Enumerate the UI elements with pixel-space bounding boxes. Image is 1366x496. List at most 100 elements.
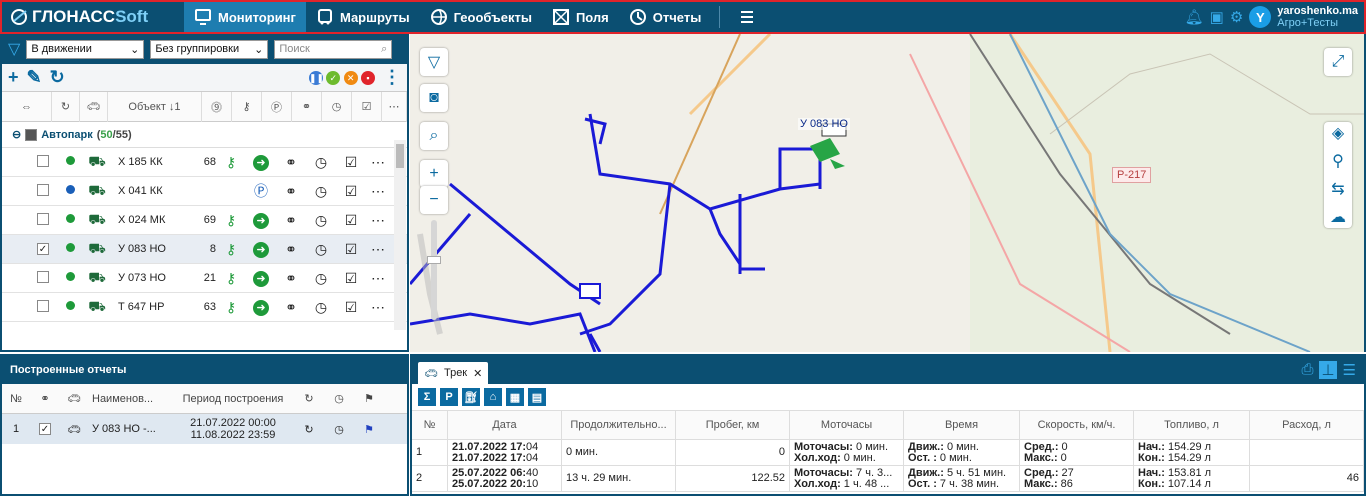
add-icon[interactable]: +	[8, 67, 19, 88]
bell-icon[interactable]: 🔔︎	[1185, 8, 1204, 26]
vehicle-map-label[interactable]: У 083 НО	[798, 118, 850, 130]
pin-icon[interactable]: ⊥	[1319, 361, 1337, 379]
gear-icon[interactable]: ⚙︎	[1230, 8, 1243, 26]
key-icon[interactable]: ⚷	[216, 212, 246, 229]
arrow-right-icon[interactable]: ➜	[246, 153, 276, 171]
cross-icon[interactable]: ✕	[343, 71, 358, 85]
filter-icon[interactable]: ▽	[8, 39, 20, 59]
more-icon[interactable]: ⋯	[366, 212, 390, 229]
history-icon[interactable]: ◷	[306, 299, 336, 316]
pin-icon[interactable]: ⚑	[354, 392, 384, 405]
group-checkbox[interactable]	[25, 128, 38, 141]
map-search-button[interactable]: ⌕	[420, 122, 448, 150]
track-col-1[interactable]: Дата	[448, 410, 562, 440]
vehicle-row[interactable]: ✓ ⛟ У 083 НО 8 ⚷ ➜ ⚭ ◷ ☑ ⋯	[2, 235, 407, 264]
track-col-4[interactable]: Моточасы	[790, 410, 904, 440]
track-col-6[interactable]: Скорость, км/ч.	[1020, 410, 1134, 440]
more-icon[interactable]: ⋯	[366, 154, 390, 171]
vehicle-row[interactable]: ⛟ Х 041 КК Ⓟ ⚭ ◷ ☑ ⋯	[2, 177, 407, 206]
fullscreen-button[interactable]: ⤢	[1324, 48, 1352, 76]
binoculars-icon[interactable]: ⚭	[276, 241, 306, 258]
checklist-icon[interactable]: ☑	[336, 212, 366, 229]
vehicle-checkbox[interactable]	[37, 183, 49, 196]
speed-col-icon[interactable]: ⓽	[202, 91, 232, 122]
arrow-right-icon[interactable]: ➜	[246, 211, 276, 229]
binoculars-icon[interactable]: ⚭	[276, 212, 306, 229]
more-icon[interactable]: ⋯	[366, 270, 390, 287]
print-icon[interactable]: ⎙	[1301, 361, 1313, 379]
history-icon[interactable]: ◷	[306, 212, 336, 229]
nav-fields[interactable]: Поля	[542, 2, 619, 32]
check-icon[interactable]: ✓	[326, 71, 341, 85]
car-col-icon[interactable]: 🚗︎	[80, 91, 108, 122]
ruler-icon[interactable]: ⚲	[1332, 151, 1344, 171]
key-icon[interactable]: ⚷	[216, 154, 246, 171]
track-col-8[interactable]: Расход, л	[1250, 410, 1364, 440]
track-col-0[interactable]: №	[412, 410, 448, 440]
zoom-in-button[interactable]: +	[420, 160, 448, 188]
route-icon[interactable]: ⇆	[1331, 179, 1344, 199]
nav-routes[interactable]: Маршруты	[306, 2, 420, 32]
arrow-right-icon[interactable]: ➜	[246, 298, 276, 316]
vehicle-row[interactable]: ⛟ У 073 НО 21 ⚷ ➜ ⚭ ◷ ☑ ⋯	[2, 264, 407, 293]
history-icon[interactable]: ◷	[324, 392, 354, 405]
chart-icon[interactable]: ▤	[528, 388, 546, 406]
checklist-icon[interactable]: ☑	[336, 270, 366, 287]
history-icon[interactable]: ◷	[306, 183, 336, 200]
lock-icon[interactable]: ▪	[361, 71, 375, 85]
more-icon[interactable]: ⋯	[366, 183, 390, 200]
refresh-icon[interactable]: ↻	[50, 67, 65, 88]
track-col-5[interactable]: Время	[904, 410, 1020, 440]
nav-reports[interactable]: Отчеты	[619, 2, 712, 32]
parking-icon[interactable]: Ⓟ	[246, 181, 276, 201]
checklist-col-icon[interactable]: ☑	[352, 91, 382, 122]
key-icon[interactable]: ⚷	[216, 270, 246, 287]
pause-icon[interactable]: ❚❚	[308, 71, 324, 85]
vehicle-checkbox[interactable]	[37, 299, 49, 312]
scrollbar[interactable]	[394, 140, 406, 330]
track-col-3[interactable]: Пробег, км	[676, 410, 790, 440]
binoculars-icon[interactable]: ⚭	[276, 299, 306, 316]
binoculars-icon[interactable]: ⚭	[276, 183, 306, 200]
map-filter-button[interactable]: ▽	[420, 48, 448, 76]
more-icon[interactable]: ⋯	[366, 299, 390, 316]
track-col-7[interactable]: Топливо, л	[1134, 410, 1250, 440]
parking-icon[interactable]: P	[440, 388, 458, 406]
refresh-icon[interactable]: ↻	[294, 392, 324, 405]
vehicle-row[interactable]: ⛟ Х 185 КК 68 ⚷ ➜ ⚭ ◷ ☑ ⋯	[2, 148, 407, 177]
binoculars-icon[interactable]: ⚭	[276, 270, 306, 287]
report-row[interactable]: 1 ✓ 🚗︎ У 083 НО -... 21.07.2022 00:00 11…	[2, 414, 407, 444]
more-icon[interactable]: ⋯	[366, 241, 390, 258]
binoculars-icon[interactable]: ⚭	[276, 154, 306, 171]
layers-icon[interactable]: ◈	[1332, 123, 1344, 143]
grid-icon[interactable]: ▦	[506, 388, 524, 406]
user-info[interactable]: yaroshenko.ma Агро+Тесты	[1277, 5, 1358, 29]
close-icon[interactable]: ✕	[473, 367, 482, 380]
terminal-icon[interactable]: ▣	[1210, 8, 1224, 26]
nav-monitoring[interactable]: Мониторинг	[184, 2, 306, 32]
arrow-right-icon[interactable]: ➜	[246, 269, 276, 287]
reports-col-name[interactable]: Наименов...	[88, 393, 172, 405]
checklist-icon[interactable]: ☑	[336, 241, 366, 258]
checklist-icon[interactable]: ☑	[336, 183, 366, 200]
sum-icon[interactable]: Σ	[418, 388, 436, 406]
key-col-icon[interactable]: ⚷	[232, 91, 262, 122]
movement-filter-select[interactable]: В движении ⌄	[26, 39, 145, 59]
zoom-out-button[interactable]: −	[420, 186, 448, 214]
history-icon[interactable]: ◷	[306, 154, 336, 171]
key-icon[interactable]: ⚷	[216, 241, 246, 258]
zoom-slider[interactable]	[427, 220, 441, 320]
report-checkbox[interactable]: ✓	[39, 423, 51, 436]
vehicle-row[interactable]: ⛟ Х 024 МК 69 ⚷ ➜ ⚭ ◷ ☑ ⋯	[2, 206, 407, 235]
field-icon[interactable]: ⌂	[484, 388, 502, 406]
parking-col-icon[interactable]: Ⓟ	[262, 91, 292, 122]
group-row[interactable]: ⊖ Автопарк (50/55)	[2, 122, 407, 148]
reports-col-period[interactable]: Период построения	[172, 393, 294, 405]
more-vertical-icon[interactable]: ⋮	[383, 67, 401, 88]
map-screenshot-button[interactable]: ◙	[420, 84, 448, 112]
avatar[interactable]: Y	[1249, 6, 1272, 28]
more-col-icon[interactable]: ⋯	[382, 91, 407, 122]
history-icon[interactable]: ◷	[306, 270, 336, 287]
edit-icon[interactable]: ✎	[27, 67, 42, 88]
history-icon[interactable]: ◷	[306, 241, 336, 258]
